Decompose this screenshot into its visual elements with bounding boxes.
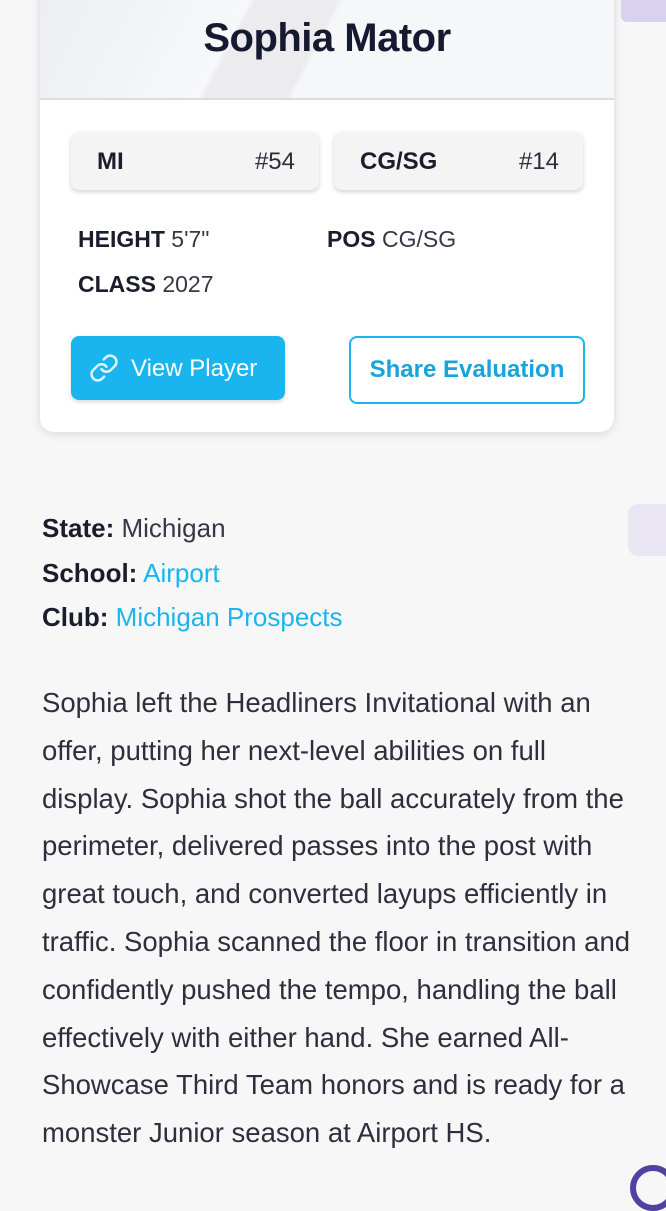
height-label: HEIGHT [78,226,165,252]
state-detail-label: State: [42,513,115,543]
view-player-button[interactable]: View Player [71,336,285,400]
class-value: 2027 [162,271,214,297]
school-detail: School: Airport [42,558,220,589]
club-detail-label: Club: [42,602,109,632]
height-value: 5'7" [171,226,210,252]
height-stat: HEIGHT 5'7" [78,226,209,253]
player-name: Sophia Mator [203,16,451,60]
player-bio: Sophia left the Headliners Invitational … [42,687,631,1149]
position-chip-label: CG/SG [360,148,438,175]
state-chip-number: #54 [254,148,295,175]
top-right-edge-decoration [621,0,666,22]
state-detail: State: Michigan [42,513,226,544]
player-card: Sophia Mator MI #54 CG/SG #14 HEIGHT 5'7… [40,0,614,432]
club-link[interactable]: Michigan Prospects [116,602,343,632]
pos-value: CG/SG [381,226,457,252]
position-chip-number: #14 [518,148,559,175]
state-chip-label: MI [97,148,124,175]
floating-action-ring[interactable] [630,1165,666,1211]
state-detail-value: Michigan [121,513,226,543]
class-stat: CLASS 2027 [78,271,214,298]
player-card-header: Sophia Mator [40,0,614,100]
school-detail-label: School: [42,558,138,588]
scroll-edge-tab[interactable] [628,504,666,556]
class-label: CLASS [78,271,156,297]
school-link[interactable]: Airport [143,558,220,588]
position-chip: CG/SG #14 [334,132,583,190]
pos-stat: POS CG/SG [327,226,456,253]
share-evaluation-label: Share Evaluation [369,356,565,383]
view-player-label: View Player [131,355,258,382]
state-chip: MI #54 [71,132,319,190]
link-icon [90,354,118,382]
pos-label: POS [327,226,376,252]
club-detail: Club: Michigan Prospects [42,602,343,633]
share-evaluation-button[interactable]: Share Evaluation [349,336,585,404]
page: { "player": { "name": "Sophia Mator", "s… [0,0,666,1211]
